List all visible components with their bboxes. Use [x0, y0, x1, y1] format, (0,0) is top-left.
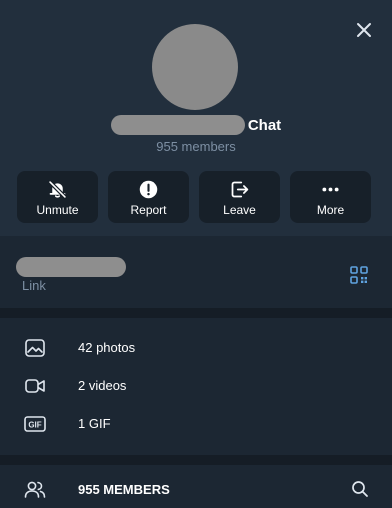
- chat-title: Chat: [0, 115, 392, 137]
- alert-circle-icon: [139, 180, 158, 199]
- leave-button[interactable]: Leave: [199, 171, 280, 223]
- qr-code-icon: [350, 266, 368, 284]
- svg-text:GIF: GIF: [28, 421, 41, 430]
- gifs-row[interactable]: GIF 1 GIF: [0, 405, 392, 443]
- redacted-invite-link[interactable]: [16, 257, 126, 277]
- action-label: Report: [130, 203, 167, 217]
- gif-icon: GIF: [24, 416, 46, 432]
- members-count-label: 955 MEMBERS: [78, 482, 170, 497]
- qr-code-button[interactable]: [350, 266, 368, 284]
- photo-icon: [25, 339, 45, 357]
- chat-info-panel: Chat 955 members Unmute Report Leave Mor…: [0, 0, 392, 508]
- videos-row[interactable]: 2 videos: [0, 367, 392, 405]
- members-count-subtitle: 955 members: [156, 139, 236, 154]
- gifs-count: 1 GIF: [78, 416, 111, 431]
- section-divider: [0, 455, 392, 465]
- more-dots-icon: [322, 187, 339, 192]
- photos-row[interactable]: 42 photos: [0, 329, 392, 367]
- video-icon: [25, 379, 45, 393]
- search-icon: [352, 481, 368, 497]
- close-button[interactable]: [352, 18, 376, 42]
- chat-avatar[interactable]: [152, 24, 238, 110]
- users-icon: [24, 481, 46, 498]
- profile-header: Chat 955 members Unmute Report Leave Mor…: [0, 0, 392, 236]
- photos-count: 42 photos: [78, 340, 136, 355]
- videos-count: 2 videos: [78, 378, 127, 393]
- members-header: 955 MEMBERS: [0, 465, 392, 508]
- logout-icon: [231, 181, 249, 198]
- search-members-button[interactable]: [351, 480, 369, 498]
- link-label: Link: [22, 278, 46, 293]
- unmute-button[interactable]: Unmute: [17, 171, 98, 223]
- shared-media-section: 42 photos 2 videos GIF 1 GIF: [0, 318, 392, 455]
- close-icon: [357, 23, 371, 37]
- chat-title-suffix: Chat: [247, 116, 282, 134]
- report-button[interactable]: Report: [108, 171, 189, 223]
- action-buttons: Unmute Report Leave More: [17, 171, 371, 223]
- action-label: Unmute: [36, 203, 79, 217]
- redacted-chat-name: [110, 115, 245, 135]
- more-button[interactable]: More: [290, 171, 371, 223]
- action-label: More: [316, 203, 345, 217]
- bell-off-icon: [48, 180, 67, 199]
- invite-link-section[interactable]: Link: [0, 238, 392, 308]
- action-label: Leave: [223, 203, 256, 217]
- section-divider: [0, 308, 392, 318]
